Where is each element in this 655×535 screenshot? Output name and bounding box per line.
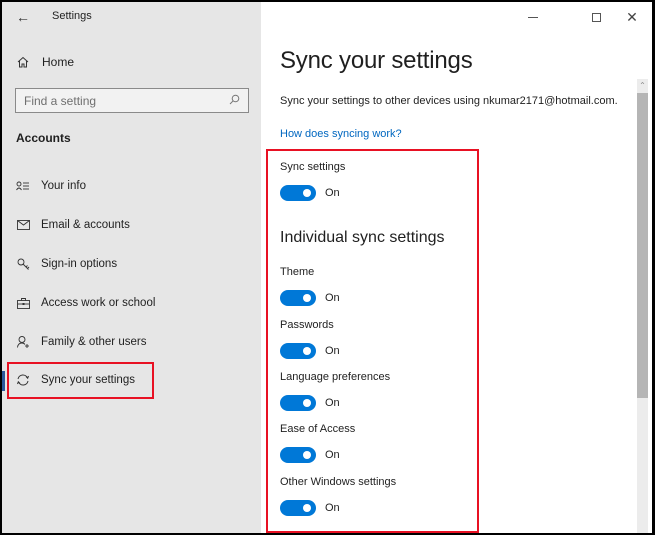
sidebar-item-family-other-users[interactable]: Family & other users: [2, 324, 261, 360]
toggle-label: Ease of Access: [280, 423, 356, 435]
back-button[interactable]: ←: [12, 6, 34, 28]
search-box[interactable]: [15, 88, 249, 113]
toggle-knob: [303, 399, 311, 407]
sync-description: Sync your settings to other devices usin…: [280, 95, 618, 107]
passwords-toggle-group: Passwords On: [280, 319, 340, 359]
minimize-button[interactable]: [518, 7, 548, 27]
theme-toggle-group: Theme On: [280, 266, 340, 306]
sidebar-item-label: Sync your settings: [41, 374, 135, 386]
section-heading-accounts: Accounts: [16, 131, 71, 145]
briefcase-icon: [15, 297, 31, 309]
toggle-state: On: [325, 187, 340, 199]
main-content: ✕ Sync your settings Sync your settings …: [261, 2, 652, 533]
toggle-state: On: [325, 292, 340, 304]
sidebar-item-access-work-school[interactable]: Access work or school: [2, 285, 261, 321]
toggle-label: Sync settings: [280, 161, 346, 173]
person-add-icon: [15, 336, 31, 348]
language-preferences-toggle[interactable]: [280, 395, 316, 411]
toggle-state: On: [325, 397, 340, 409]
sidebar-item-label: Family & other users: [41, 336, 147, 348]
language-preferences-toggle-group: Language preferences On: [280, 371, 390, 411]
toggle-label: Passwords: [280, 319, 334, 331]
toggle-knob: [303, 189, 311, 197]
toggle-label: Theme: [280, 266, 315, 278]
sidebar-item-sign-in-options[interactable]: Sign-in options: [2, 246, 261, 282]
sidebar-item-label: Email & accounts: [41, 219, 130, 231]
sidebar-item-sync-your-settings[interactable]: Sync your settings: [2, 362, 261, 398]
ease-of-access-toggle-group: Ease of Access On: [280, 423, 355, 463]
sidebar-item-label: Your info: [41, 180, 86, 192]
passwords-toggle[interactable]: [280, 343, 316, 359]
sidebar-item-label: Access work or school: [41, 297, 156, 309]
mail-icon: [15, 220, 31, 230]
page-title: Sync your settings: [280, 47, 473, 74]
theme-toggle[interactable]: [280, 290, 316, 306]
scroll-up-icon[interactable]: ⌃: [637, 79, 648, 93]
toggle-knob: [303, 347, 311, 355]
how-syncing-works-link[interactable]: How does syncing work?: [280, 128, 402, 140]
sync-icon: [15, 374, 31, 386]
key-icon: [15, 258, 31, 271]
home-label: Home: [42, 55, 75, 69]
sidebar-item-email-accounts[interactable]: Email & accounts: [2, 207, 261, 243]
toggle-knob: [303, 294, 311, 302]
toggle-state: On: [325, 449, 340, 461]
toggle-label: Other Windows settings: [280, 476, 397, 488]
sidebar-item-label: Sign-in options: [41, 258, 118, 270]
ease-of-access-toggle[interactable]: [280, 447, 316, 463]
sync-settings-group: Sync settings On: [280, 161, 345, 201]
person-list-icon: [15, 181, 31, 191]
settings-window: ← Settings Home Accounts Your info: [2, 2, 652, 533]
minimize-icon: [528, 16, 538, 18]
individual-sync-heading: Individual sync settings: [280, 229, 445, 246]
sync-settings-toggle[interactable]: [280, 185, 316, 201]
vertical-scrollbar[interactable]: ⌃: [637, 79, 648, 533]
maximize-icon: [591, 12, 601, 22]
sidebar: ← Settings Home Accounts Your info: [2, 2, 261, 533]
home-icon: [16, 56, 30, 68]
app-title: Settings: [52, 10, 92, 22]
sidebar-item-your-info[interactable]: Your info: [2, 168, 261, 204]
home-link[interactable]: Home: [16, 52, 74, 72]
close-button[interactable]: ✕: [617, 7, 647, 27]
toggle-knob: [303, 451, 311, 459]
other-windows-settings-toggle-group: Other Windows settings On: [280, 476, 396, 516]
toggle-state: On: [325, 502, 340, 514]
maximize-button[interactable]: [581, 7, 611, 27]
scroll-thumb[interactable]: [637, 93, 648, 398]
search-input[interactable]: [24, 93, 229, 108]
close-icon: ✕: [626, 9, 638, 25]
toggle-label: Language preferences: [280, 371, 391, 383]
other-windows-settings-toggle[interactable]: [280, 500, 316, 516]
search-icon[interactable]: [229, 94, 240, 108]
back-arrow-icon: ←: [16, 9, 30, 25]
selection-indicator: [2, 371, 5, 391]
toggle-knob: [303, 504, 311, 512]
toggle-state: On: [325, 345, 340, 357]
